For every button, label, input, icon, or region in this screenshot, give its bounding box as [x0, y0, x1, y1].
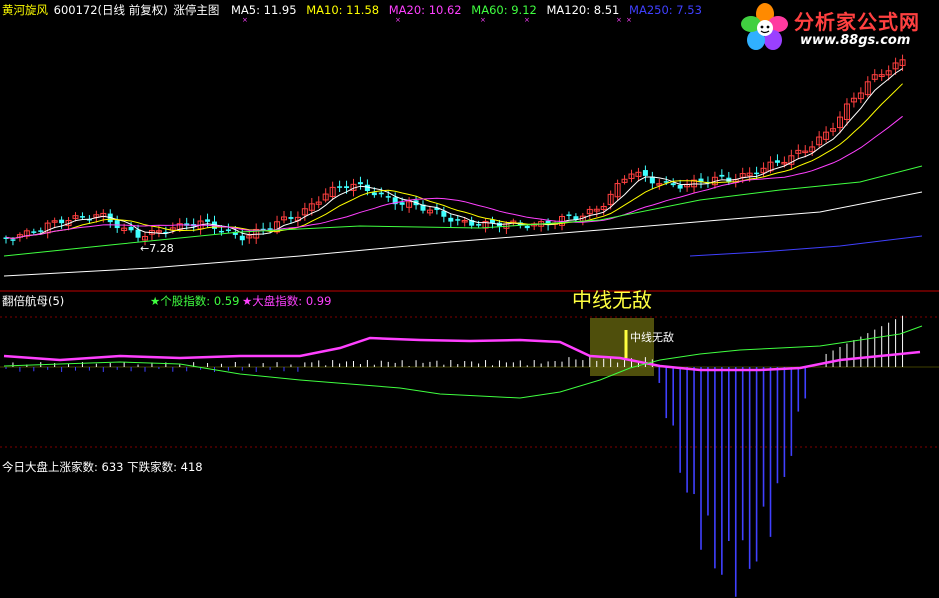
ma5-line [5, 68, 903, 240]
logo-url[interactable]: www.88gs.com [800, 33, 910, 48]
market-breadth: 今日大盘上涨家数: 633 下跌家数: 418 [2, 460, 203, 474]
cross-mark-icon: × [524, 16, 530, 24]
indicator-magenta-line [3, 336, 921, 372]
candle-body [218, 230, 224, 233]
candle-body [205, 219, 211, 222]
logo-title: 分析家公式网 [794, 10, 920, 34]
ma20-line [5, 115, 903, 240]
ma10-value: MA10: 11.58 [306, 3, 380, 17]
low-price-marker: ←7.28 [140, 242, 174, 255]
candle-body [225, 229, 231, 231]
cross-mark-icon: × [242, 16, 248, 24]
candle-body [371, 192, 377, 196]
candle-body [385, 196, 391, 198]
candle-body [677, 184, 683, 189]
chart-header: 黄河旋风 600172(日线 前复权) 涨停主图 MA5: 11.95 MA10… [2, 3, 708, 17]
candle-body [135, 229, 141, 238]
cross-mark-icon: × [626, 16, 632, 24]
signal-highlight-box [590, 318, 654, 376]
candle-body [448, 217, 454, 222]
candle-body [59, 219, 65, 224]
signal-label-large: 中线无敌 [572, 288, 652, 312]
candle-body [566, 214, 572, 216]
candle-body [476, 224, 482, 226]
stock-index-value: ★个股指数: 0.59 [150, 294, 240, 308]
ma10-line [5, 83, 903, 240]
ma250-line [689, 235, 923, 257]
candle-body [774, 160, 780, 163]
candle-body [344, 186, 350, 189]
ma60-value: MA60: 9.12 [471, 3, 537, 17]
candle-body [31, 231, 37, 233]
candle-body [670, 183, 676, 186]
ma5-value: MA5: 11.95 [231, 3, 297, 17]
ma120-value: MA120: 8.51 [546, 3, 620, 17]
candle-body [642, 170, 648, 176]
cross-mark-icon: × [395, 16, 401, 24]
candle-body [754, 172, 760, 175]
indicator-name: 涨停主图 [173, 3, 220, 17]
candle-body [524, 225, 530, 229]
candle-body [378, 192, 384, 195]
stock-code: 600172(日线 前复权) [53, 3, 168, 17]
kline-chart[interactable]: × × × × × × × [0, 0, 939, 598]
ma250-value: MA250: 7.53 [629, 3, 702, 17]
candle-body [79, 216, 85, 218]
candle-body [288, 217, 294, 219]
ma120-line [3, 191, 923, 277]
candle-body [128, 226, 134, 231]
candle-body [239, 235, 245, 241]
cross-mark-icon: × [616, 16, 622, 24]
candle-body [719, 174, 725, 177]
candle-body [399, 202, 405, 205]
candle-body [10, 239, 16, 241]
ma20-value: MA20: 10.62 [388, 3, 462, 17]
candle-body [357, 182, 363, 185]
sub-indicator-name: 翻倍航母(5) [2, 294, 65, 308]
flower-icon [741, 3, 788, 50]
site-logo[interactable]: 分析家公式网 www.88gs.com [738, 2, 938, 54]
candle-body [455, 219, 461, 221]
signal-label-small: 中线无敌 [630, 331, 674, 344]
cross-mark-icon: × [480, 16, 486, 24]
candle-body [337, 186, 343, 188]
market-index-value: ★大盘指数: 0.99 [242, 294, 332, 308]
candlesticks [3, 54, 906, 246]
stock-name: 黄河旋风 [2, 3, 48, 17]
candle-body [114, 220, 120, 229]
candle-body [38, 230, 44, 232]
candle-body [267, 228, 273, 230]
